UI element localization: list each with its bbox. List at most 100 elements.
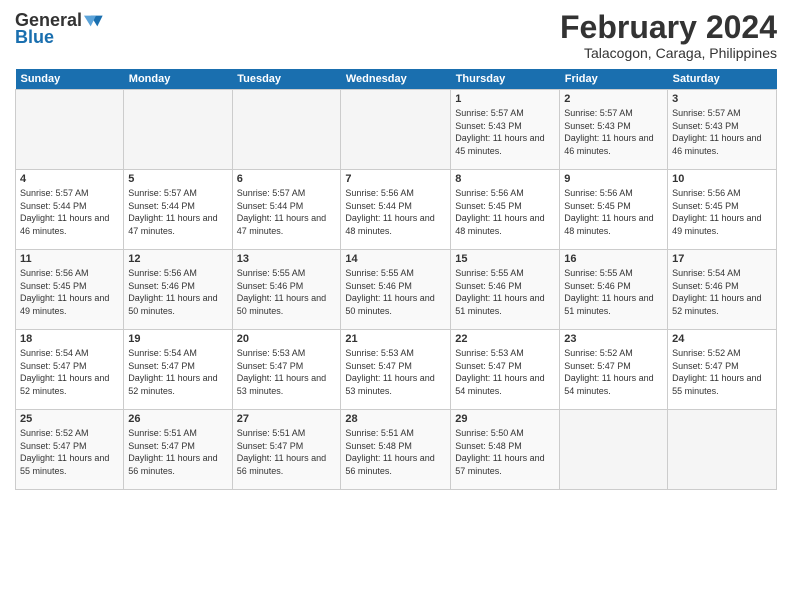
logo-icon — [84, 11, 104, 31]
calendar-cell: 11 Sunrise: 5:56 AM Sunset: 5:45 PM Dayli… — [16, 250, 124, 330]
day-info: Sunrise: 5:55 AM Sunset: 5:46 PM Dayligh… — [345, 267, 446, 317]
day-number: 3 — [672, 93, 772, 105]
col-sunday: Sunday — [16, 69, 124, 90]
calendar-cell: 28Sunrise: 5:51 AM Sunset: 5:48 PM Dayli… — [341, 410, 451, 490]
day-number: 16 — [564, 253, 663, 265]
calendar-cell: 25 Sunrise: 5:52 AM Sunset: 5:47 PM Dayli… — [16, 410, 124, 490]
day-number: 10 — [672, 173, 772, 185]
day-number: 1 — [455, 93, 555, 105]
page: General Blue February 2024 Talacogon, Ca… — [0, 0, 792, 612]
day-info: Sunrise: 5:56 AM Sunset: 5:46 PM Dayligh… — [128, 267, 227, 317]
calendar-cell: 7 Sunrise: 5:56 AM Sunset: 5:44 PM Daylig… — [341, 170, 451, 250]
header-row: Sunday Monday Tuesday Wednesday Thursday… — [16, 69, 777, 90]
calendar-week-3: 18 Sunrise: 5:54 AM Sunset: 5:47 PM Dayli… — [16, 330, 777, 410]
day-number: 12 — [128, 253, 227, 265]
day-info: Sunrise: 5:51 AM Sunset: 5:47 PM Dayligh… — [237, 427, 337, 477]
day-number: 25 — [20, 413, 119, 425]
day-number: 29 — [455, 413, 555, 425]
col-tuesday: Tuesday — [232, 69, 341, 90]
calendar-cell: 17Sunrise: 5:54 AM Sunset: 5:46 PM Dayli… — [668, 250, 777, 330]
day-info: Sunrise: 5:57 AM Sunset: 5:44 PM Dayligh… — [20, 187, 119, 237]
calendar-week-1: 4Sunrise: 5:57 AM Sunset: 5:44 PM Daylig… — [16, 170, 777, 250]
calendar-cell: 6 Sunrise: 5:57 AM Sunset: 5:44 PM Daylig… — [232, 170, 341, 250]
day-number: 9 — [564, 173, 663, 185]
day-info: Sunrise: 5:56 AM Sunset: 5:45 PM Dayligh… — [564, 187, 663, 237]
day-number: 23 — [564, 333, 663, 345]
day-number: 26 — [128, 413, 227, 425]
day-number: 19 — [128, 333, 227, 345]
logo-blue-text: Blue — [15, 27, 54, 48]
calendar-cell: 14Sunrise: 5:55 AM Sunset: 5:46 PM Dayli… — [341, 250, 451, 330]
day-info: Sunrise: 5:53 AM Sunset: 5:47 PM Dayligh… — [237, 347, 337, 397]
calendar-cell: 5Sunrise: 5:57 AM Sunset: 5:44 PM Daylig… — [124, 170, 232, 250]
calendar-cell: 22 Sunrise: 5:53 AM Sunset: 5:47 PM Dayli… — [451, 330, 560, 410]
calendar-cell: 29Sunrise: 5:50 AM Sunset: 5:48 PM Dayli… — [451, 410, 560, 490]
day-info: Sunrise: 5:54 AM Sunset: 5:46 PM Dayligh… — [672, 267, 772, 317]
calendar-cell: 8 Sunrise: 5:56 AM Sunset: 5:45 PM Daylig… — [451, 170, 560, 250]
day-info: Sunrise: 5:55 AM Sunset: 5:46 PM Dayligh… — [564, 267, 663, 317]
day-info: Sunrise: 5:54 AM Sunset: 5:47 PM Dayligh… — [128, 347, 227, 397]
day-info: Sunrise: 5:52 AM Sunset: 5:47 PM Dayligh… — [564, 347, 663, 397]
month-title: February 2024 — [560, 10, 777, 45]
day-info: Sunrise: 5:57 AM Sunset: 5:43 PM Dayligh… — [455, 107, 555, 157]
calendar-cell — [124, 90, 232, 170]
day-info: Sunrise: 5:57 AM Sunset: 5:44 PM Dayligh… — [237, 187, 337, 237]
calendar-cell — [16, 90, 124, 170]
calendar-week-2: 11 Sunrise: 5:56 AM Sunset: 5:45 PM Dayli… — [16, 250, 777, 330]
calendar-cell: 15Sunrise: 5:55 AM Sunset: 5:46 PM Dayli… — [451, 250, 560, 330]
day-info: Sunrise: 5:56 AM Sunset: 5:45 PM Dayligh… — [455, 187, 555, 237]
header: General Blue February 2024 Talacogon, Ca… — [15, 10, 777, 61]
calendar-cell: 9 Sunrise: 5:56 AM Sunset: 5:45 PM Daylig… — [560, 170, 668, 250]
day-info: Sunrise: 5:51 AM Sunset: 5:47 PM Dayligh… — [128, 427, 227, 477]
day-info: Sunrise: 5:56 AM Sunset: 5:45 PM Dayligh… — [672, 187, 772, 237]
day-info: Sunrise: 5:52 AM Sunset: 5:47 PM Dayligh… — [672, 347, 772, 397]
calendar-cell — [560, 410, 668, 490]
col-friday: Friday — [560, 69, 668, 90]
day-info: Sunrise: 5:53 AM Sunset: 5:47 PM Dayligh… — [455, 347, 555, 397]
calendar-cell: 20 Sunrise: 5:53 AM Sunset: 5:47 PM Dayli… — [232, 330, 341, 410]
day-number: 7 — [345, 173, 446, 185]
day-info: Sunrise: 5:55 AM Sunset: 5:46 PM Dayligh… — [455, 267, 555, 317]
day-number: 20 — [237, 333, 337, 345]
calendar-cell: 23 Sunrise: 5:52 AM Sunset: 5:47 PM Dayli… — [560, 330, 668, 410]
day-info: Sunrise: 5:57 AM Sunset: 5:43 PM Dayligh… — [672, 107, 772, 157]
calendar-cell: 21Sunrise: 5:53 AM Sunset: 5:47 PM Dayli… — [341, 330, 451, 410]
day-info: Sunrise: 5:52 AM Sunset: 5:47 PM Dayligh… — [20, 427, 119, 477]
calendar-cell: 27Sunrise: 5:51 AM Sunset: 5:47 PM Dayli… — [232, 410, 341, 490]
calendar-week-4: 25 Sunrise: 5:52 AM Sunset: 5:47 PM Dayli… — [16, 410, 777, 490]
title-area: February 2024 Talacogon, Caraga, Philipp… — [560, 10, 777, 61]
day-number: 13 — [237, 253, 337, 265]
col-wednesday: Wednesday — [341, 69, 451, 90]
col-saturday: Saturday — [668, 69, 777, 90]
calendar-cell: 12 Sunrise: 5:56 AM Sunset: 5:46 PM Dayli… — [124, 250, 232, 330]
col-monday: Monday — [124, 69, 232, 90]
day-info: Sunrise: 5:51 AM Sunset: 5:48 PM Dayligh… — [345, 427, 446, 477]
day-number: 11 — [20, 253, 119, 265]
day-info: Sunrise: 5:56 AM Sunset: 5:44 PM Dayligh… — [345, 187, 446, 237]
calendar-cell: 13 Sunrise: 5:55 AM Sunset: 5:46 PM Dayli… — [232, 250, 341, 330]
calendar-cell: 10 Sunrise: 5:56 AM Sunset: 5:45 PM Dayli… — [668, 170, 777, 250]
calendar-week-0: 1 Sunrise: 5:57 AM Sunset: 5:43 PM Daylig… — [16, 90, 777, 170]
location: Talacogon, Caraga, Philippines — [560, 45, 777, 61]
col-thursday: Thursday — [451, 69, 560, 90]
day-number: 8 — [455, 173, 555, 185]
day-number: 24 — [672, 333, 772, 345]
day-number: 22 — [455, 333, 555, 345]
calendar-cell: 18 Sunrise: 5:54 AM Sunset: 5:47 PM Dayli… — [16, 330, 124, 410]
calendar-table: Sunday Monday Tuesday Wednesday Thursday… — [15, 69, 777, 490]
calendar-cell: 3 Sunrise: 5:57 AM Sunset: 5:43 PM Daylig… — [668, 90, 777, 170]
calendar-cell: 1 Sunrise: 5:57 AM Sunset: 5:43 PM Daylig… — [451, 90, 560, 170]
day-info: Sunrise: 5:57 AM Sunset: 5:44 PM Dayligh… — [128, 187, 227, 237]
calendar-cell: 16 Sunrise: 5:55 AM Sunset: 5:46 PM Dayli… — [560, 250, 668, 330]
day-info: Sunrise: 5:54 AM Sunset: 5:47 PM Dayligh… — [20, 347, 119, 397]
calendar-cell: 24 Sunrise: 5:52 AM Sunset: 5:47 PM Dayli… — [668, 330, 777, 410]
calendar-cell: 26 Sunrise: 5:51 AM Sunset: 5:47 PM Dayli… — [124, 410, 232, 490]
day-number: 6 — [237, 173, 337, 185]
day-number: 2 — [564, 93, 663, 105]
day-info: Sunrise: 5:55 AM Sunset: 5:46 PM Dayligh… — [237, 267, 337, 317]
calendar-cell: 19 Sunrise: 5:54 AM Sunset: 5:47 PM Dayli… — [124, 330, 232, 410]
day-info: Sunrise: 5:56 AM Sunset: 5:45 PM Dayligh… — [20, 267, 119, 317]
calendar-cell — [668, 410, 777, 490]
day-number: 18 — [20, 333, 119, 345]
day-info: Sunrise: 5:57 AM Sunset: 5:43 PM Dayligh… — [564, 107, 663, 157]
